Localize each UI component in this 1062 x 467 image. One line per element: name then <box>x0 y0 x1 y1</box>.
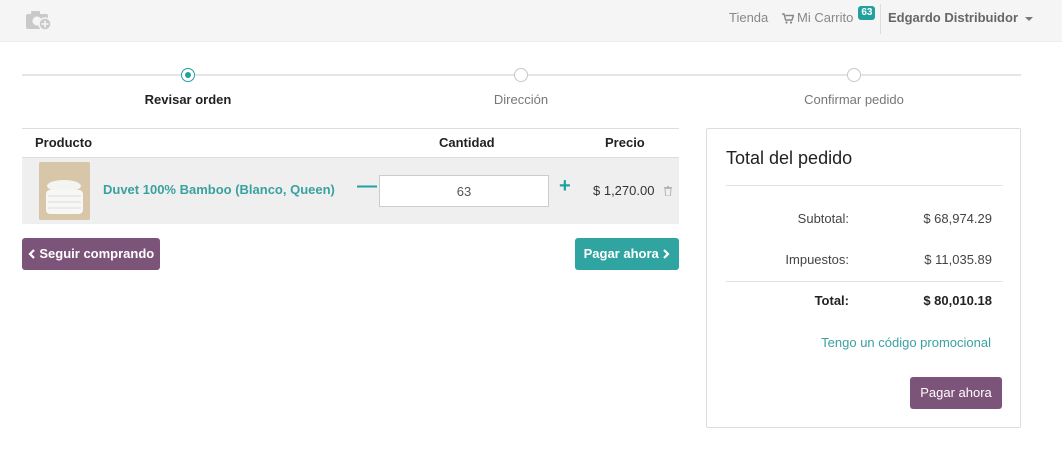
product-image[interactable] <box>39 162 90 220</box>
duvet-image <box>39 162 90 220</box>
header-price: Precio <box>605 135 645 150</box>
summary-title: Total del pedido <box>726 148 853 168</box>
wizard-step-address-dot <box>514 68 528 82</box>
summary-pay-now-button[interactable]: Pagar ahora <box>910 377 1002 409</box>
wizard-step-review-label: Revisar orden <box>144 92 232 107</box>
nav-cart-link[interactable]: Mi Carrito 63 <box>782 0 876 36</box>
continue-shopping-label: Seguir comprando <box>39 246 155 261</box>
wizard-step-confirm-dot <box>847 68 861 82</box>
nav-divider <box>880 4 881 34</box>
continue-shopping-button[interactable]: Seguir comprando <box>22 238 160 270</box>
cart-table-header: Producto Cantidad Precio <box>22 128 679 158</box>
taxes-row: Impuestos: $ 11,035.89 <box>726 252 1003 272</box>
nav-shop-link[interactable]: Tienda <box>729 0 768 36</box>
product-name-link[interactable]: Duvet 100% Bamboo (Blanco, Queen) <box>103 182 335 197</box>
chevron-right-icon <box>663 248 670 259</box>
total-row: Total: $ 80,010.18 <box>726 293 1003 313</box>
wizard-step-review-dot <box>181 68 195 82</box>
taxes-value: $ 11,035.89 <box>924 252 992 267</box>
total-label: Total: <box>814 293 849 308</box>
cart-count-badge: 63 <box>858 6 876 20</box>
user-name: Edgardo Distribuidor <box>888 10 1018 25</box>
promo-code-link[interactable]: Tengo un código promocional <box>821 335 991 350</box>
wizard-step-address-label: Dirección <box>493 92 549 107</box>
wizard-step-confirm-label: Confirmar pedido <box>804 92 904 107</box>
summary-total-divider <box>726 281 1003 282</box>
quantity-input[interactable] <box>379 175 549 207</box>
product-price: $ 1,270.00 <box>593 183 655 198</box>
pay-now-label: Pagar ahora <box>583 246 659 261</box>
total-value: $ 80,010.18 <box>923 293 992 308</box>
cart-label: Mi Carrito <box>797 10 854 25</box>
camera-plus-icon[interactable] <box>25 9 53 31</box>
subtotal-value: $ 68,974.29 <box>923 211 992 226</box>
header-quantity: Cantidad <box>439 135 495 150</box>
subtotal-row: Subtotal: $ 68,974.29 <box>726 211 1003 231</box>
user-menu-dropdown[interactable]: Edgardo Distribuidor <box>888 0 1033 36</box>
taxes-label: Impuestos: <box>785 252 849 267</box>
order-summary-panel: Total del pedido Subtotal: $ 68,974.29 I… <box>706 128 1021 428</box>
top-navbar: Tienda Mi Carrito 63 Edgardo Distribuido… <box>0 0 1062 42</box>
subtotal-label: Subtotal: <box>797 211 849 226</box>
quantity-decrease-button[interactable]: — <box>357 175 377 198</box>
pay-now-button[interactable]: Pagar ahora <box>575 238 679 270</box>
shopping-cart-icon <box>782 12 794 24</box>
caret-down-icon <box>1025 16 1033 21</box>
chevron-left-icon <box>28 248 35 259</box>
summary-divider <box>726 185 1003 186</box>
table-row: Duvet 100% Bamboo (Blanco, Queen) — + $ … <box>22 158 679 224</box>
quantity-increase-button[interactable]: + <box>559 175 571 198</box>
header-product: Producto <box>35 135 93 150</box>
trash-icon[interactable] <box>664 186 672 196</box>
